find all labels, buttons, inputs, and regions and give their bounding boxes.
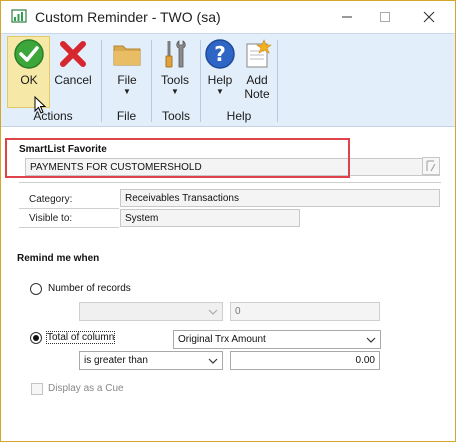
display-as-cue-label: Display as a Cue — [48, 383, 124, 394]
lookup-button[interactable] — [422, 157, 440, 175]
app-icon — [11, 9, 27, 23]
group-label-tools: Tools — [161, 109, 190, 123]
close-icon — [423, 11, 435, 23]
number-of-records-field: 0 — [230, 302, 380, 321]
custom-reminder-window: Custom Reminder - TWO (sa) OK Cancel Fil… — [0, 0, 456, 442]
tools-icon — [165, 40, 186, 68]
display-as-cue-checkbox[interactable] — [31, 383, 43, 395]
number-of-records-radio[interactable] — [30, 283, 42, 295]
category-label: Category: — [29, 194, 73, 205]
file-dropdown-icon: ▼ — [123, 87, 131, 96]
ok-button[interactable]: OK — [7, 36, 51, 87]
mouse-cursor-icon — [34, 96, 46, 114]
add-note-button[interactable]: Add Note — [235, 36, 279, 101]
cancel-label: Cancel — [54, 73, 92, 87]
help-icon: ? — [205, 39, 235, 69]
add-note-label-2: Note — [244, 87, 270, 101]
visible-to-label: Visible to: — [29, 213, 73, 224]
tools-button[interactable]: Tools ▼ — [153, 36, 197, 97]
favorite-highlight-box — [5, 138, 350, 178]
group-label-file: File — [116, 109, 137, 123]
tools-dropdown-icon: ▼ — [171, 87, 179, 96]
minimize-icon — [342, 16, 352, 18]
total-of-column-label: Total of column — [45, 331, 116, 344]
records-operator-dropdown — [79, 302, 223, 321]
visible-to-field: System — [120, 209, 300, 227]
category-field: Receivables Transactions — [120, 189, 440, 207]
chevron-down-icon — [366, 337, 376, 343]
column-dropdown[interactable]: Original Trx Amount — [173, 330, 381, 349]
tools-label: Tools — [160, 73, 189, 87]
group-label-actions: Actions — [33, 109, 73, 123]
maximize-icon — [380, 12, 390, 22]
red-x-icon — [60, 41, 86, 67]
title-bar: Custom Reminder - TWO (sa) — [1, 1, 455, 33]
ribbon-separator — [277, 40, 278, 122]
operator-dropdown[interactable]: is greater than — [79, 351, 223, 370]
note-icon — [246, 39, 272, 68]
remind-me-when-heading: Remind me when — [17, 253, 100, 264]
ok-label: OK — [20, 73, 38, 87]
maximize-button[interactable] — [363, 1, 407, 33]
ribbon: OK Cancel File ▼ Tools ▼ ? Help ▼ Add No… — [1, 33, 455, 127]
chevron-down-icon — [208, 358, 218, 364]
section-divider — [19, 182, 441, 183]
file-label: File — [117, 73, 137, 87]
row-divider — [19, 208, 119, 209]
folder-icon — [113, 45, 141, 66]
group-label-help: Help — [226, 109, 252, 123]
operator-dropdown-value: is greater than — [84, 355, 148, 366]
number-of-records-label: Number of records — [48, 283, 131, 294]
cancel-button[interactable]: Cancel — [51, 36, 95, 87]
file-button[interactable]: File ▼ — [105, 36, 149, 97]
checkmark-icon — [14, 39, 44, 69]
lookup-icon — [426, 160, 436, 172]
add-note-label-1: Add — [246, 73, 268, 87]
total-of-column-radio[interactable] — [30, 332, 42, 344]
close-button[interactable] — [407, 1, 451, 33]
window-title: Custom Reminder - TWO (sa) — [35, 9, 221, 25]
svg-text:?: ? — [214, 42, 226, 66]
column-dropdown-value: Original Trx Amount — [178, 334, 266, 345]
amount-field[interactable]: 0.00 — [230, 351, 380, 370]
chevron-down-icon — [208, 309, 218, 315]
row-divider — [19, 227, 119, 228]
